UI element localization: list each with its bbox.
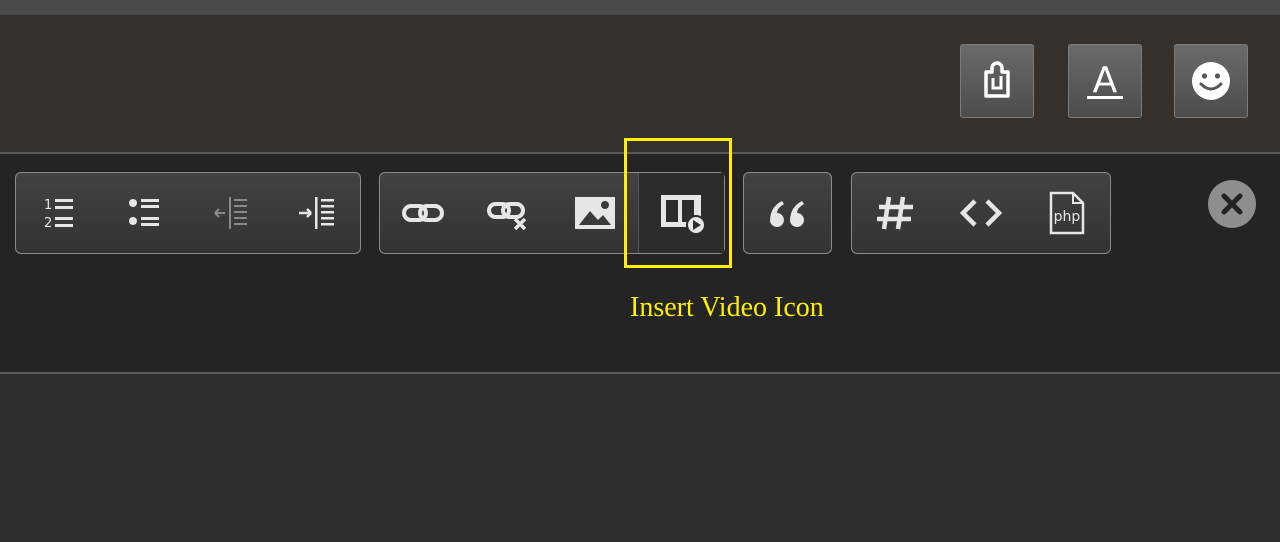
- video-button-highlight: [624, 138, 732, 268]
- annotation-label: Insert Video Icon: [630, 292, 824, 323]
- php-icon: php: [1049, 191, 1085, 235]
- font-color-button[interactable]: A: [1068, 44, 1142, 118]
- insert-code-button[interactable]: [938, 173, 1024, 253]
- quote-icon: [769, 201, 804, 227]
- insert-link-button[interactable]: [380, 173, 466, 253]
- svg-text:php: php: [1054, 209, 1081, 225]
- emoji-button[interactable]: [1174, 44, 1248, 118]
- ordered-list-button[interactable]: 1 2: [16, 173, 102, 253]
- image-icon: [575, 197, 615, 229]
- clipboard-paste-icon: [984, 61, 1010, 98]
- close-toolbar-button[interactable]: [1208, 180, 1256, 228]
- indent-button[interactable]: [274, 173, 360, 253]
- link-icon: [402, 204, 444, 222]
- top-bar: [0, 0, 1280, 15]
- remove-link-button[interactable]: [466, 173, 552, 253]
- close-icon: [1221, 193, 1243, 215]
- unordered-list-button[interactable]: [102, 173, 188, 253]
- unlink-icon: [487, 202, 527, 231]
- smiley-icon: [1192, 62, 1230, 100]
- hash-icon: [877, 196, 913, 230]
- list-group: 1 2: [15, 172, 361, 254]
- code-group: php: [851, 172, 1111, 254]
- quote-group: [743, 172, 832, 254]
- svg-text:2: 2: [44, 216, 52, 231]
- font-color-icon: A: [1087, 60, 1123, 101]
- blockquote-button[interactable]: [744, 173, 831, 253]
- outdent-icon: [214, 197, 247, 229]
- lower-panel: [0, 374, 1280, 542]
- svg-text:1: 1: [44, 198, 52, 213]
- indent-icon: [299, 197, 334, 229]
- unordered-list-icon: [129, 199, 159, 226]
- ordered-list-icon: 1 2: [44, 198, 73, 231]
- insert-php-button[interactable]: php: [1024, 173, 1110, 253]
- outdent-button[interactable]: [188, 173, 274, 253]
- svg-text:A: A: [1093, 60, 1118, 101]
- paste-button[interactable]: [960, 44, 1034, 118]
- code-icon: [959, 199, 1003, 227]
- hashtag-button[interactable]: [852, 173, 938, 253]
